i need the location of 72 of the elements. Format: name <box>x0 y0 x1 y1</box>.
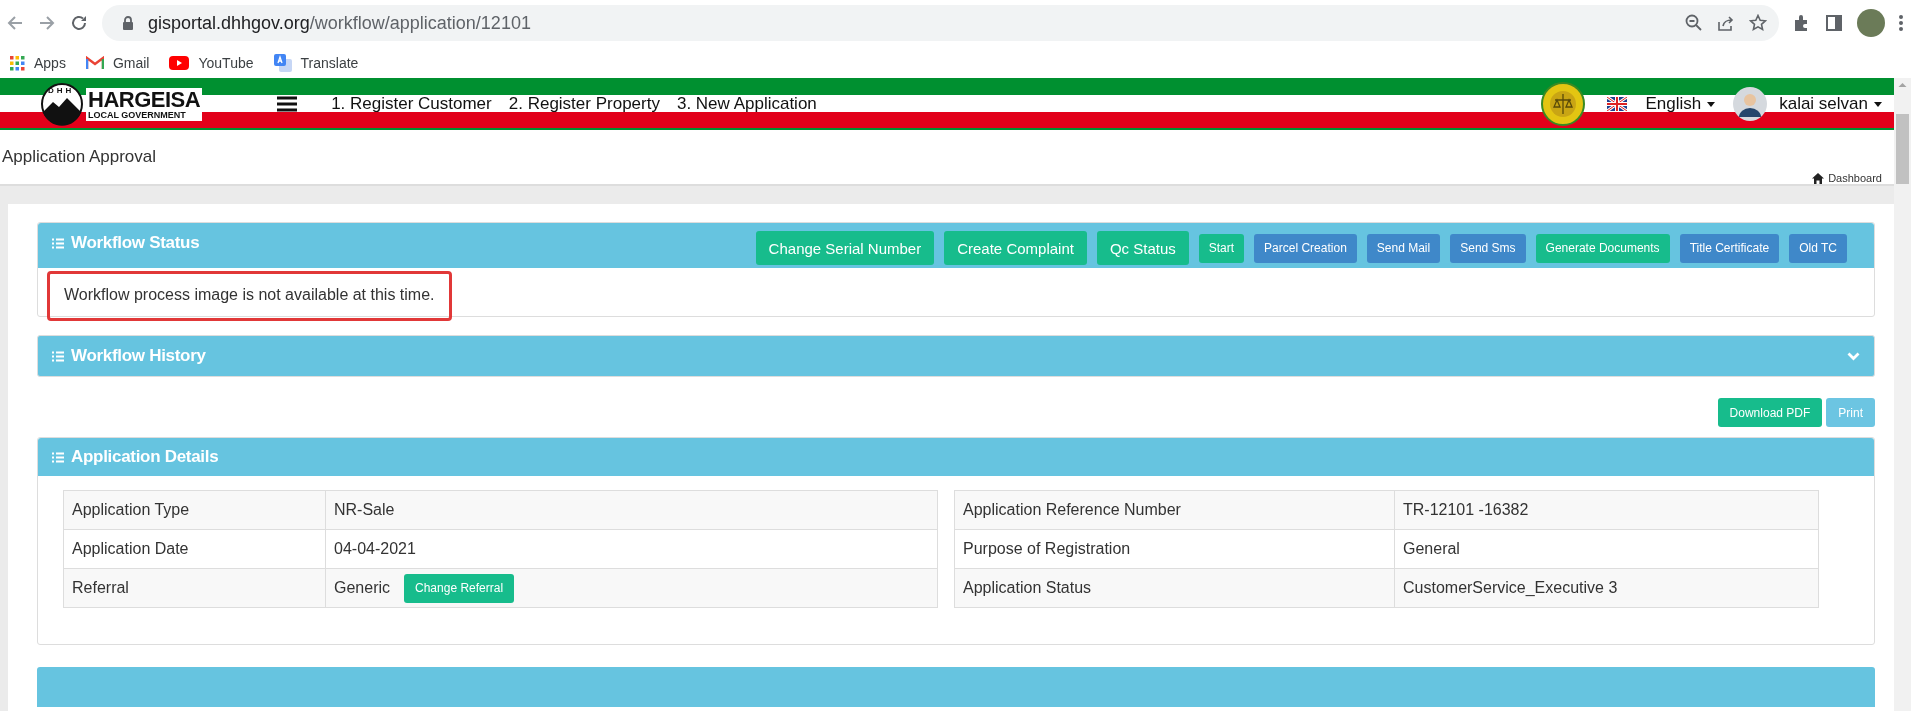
language-dropdown[interactable]: English <box>1645 94 1716 114</box>
field-label: Application Status <box>954 568 1395 608</box>
field-value: NR-Sale <box>334 501 395 518</box>
translate-icon <box>273 54 292 72</box>
panel-title: Workflow History <box>71 346 206 366</box>
logo-subtitle: LOCAL GOVERNMENT <box>88 110 187 120</box>
nav-link[interactable]: 1. Register Customer <box>331 94 492 114</box>
action-button[interactable]: Print <box>1826 398 1875 427</box>
field-label: Purpose of Registration <box>954 529 1395 569</box>
field-value: General <box>1403 540 1460 557</box>
play-icon <box>169 56 190 70</box>
nav-link[interactable]: 3. New Application <box>676 94 817 114</box>
field-label: Application Reference Number <box>954 490 1395 530</box>
emblem-icon <box>1541 82 1586 126</box>
mail-icon <box>85 56 104 70</box>
flag-icon <box>1607 97 1628 111</box>
reload-icon[interactable] <box>70 14 88 32</box>
action-button[interactable]: Change Serial Number <box>755 231 935 265</box>
action-button[interactable]: Parcel Creation <box>1254 233 1357 263</box>
address-bar[interactable]: gisportal.dhhgov.org/workflow/application/12101 <box>102 5 1779 41</box>
menu-icon[interactable] <box>277 96 298 112</box>
profile-avatar-icon[interactable] <box>1857 9 1885 37</box>
nav-link[interactable]: 2. Register Property <box>508 94 660 114</box>
logo-title: HARGEISA <box>88 88 201 111</box>
logo-letters: DHH <box>48 86 75 95</box>
field-label: Application Date <box>63 529 326 569</box>
bookmark-link[interactable]: YouTube <box>198 55 254 71</box>
field-value: CustomerService_Executive 3 <box>1403 579 1618 596</box>
action-button[interactable]: Download PDF <box>1717 398 1823 427</box>
list-icon <box>52 237 64 249</box>
caret-icon <box>1707 101 1716 107</box>
action-button[interactable]: Start <box>1198 233 1245 263</box>
breadcrumb-link[interactable]: Dashboard <box>1828 172 1882 184</box>
field-value: 04-04-2021 <box>334 540 416 557</box>
change-referral-button[interactable]: Change Referral <box>404 573 515 603</box>
share-icon[interactable] <box>1717 14 1735 32</box>
star-icon[interactable] <box>1749 14 1767 32</box>
home-icon <box>1812 173 1825 184</box>
panel-title: Application Details <box>71 447 219 467</box>
action-button[interactable]: Old TC <box>1789 233 1847 263</box>
forward-arrow-icon[interactable] <box>38 14 56 32</box>
caret-icon <box>1874 101 1882 107</box>
collapsible-panel-header[interactable]: Workflow History <box>37 335 1875 377</box>
list-icon <box>52 451 64 463</box>
bookmark-link[interactable]: Apps <box>34 55 66 71</box>
list-icon <box>52 350 64 362</box>
zoom-out-icon[interactable] <box>1685 14 1703 32</box>
action-button[interactable]: Generate Documents <box>1535 233 1670 263</box>
panel-title: Workflow Status <box>71 233 200 253</box>
action-button[interactable]: Title Certificate <box>1679 233 1780 263</box>
side-panel-icon[interactable] <box>1825 14 1843 32</box>
more-menu-icon[interactable] <box>1899 14 1903 32</box>
action-button[interactable]: Send Mail <box>1366 233 1441 263</box>
apps-grid-icon <box>10 55 25 71</box>
user-avatar-icon <box>1733 87 1768 121</box>
user-dropdown[interactable]: kalai selvan <box>1779 94 1882 114</box>
field-value: Generic <box>334 578 391 596</box>
field-value: TR-12101 -16382 <box>1403 501 1529 518</box>
action-button[interactable]: Qc Status <box>1096 231 1189 265</box>
status-message: Workflow process image is not available at this time. <box>47 271 452 321</box>
mountain-logo-icon <box>40 82 84 126</box>
action-button[interactable]: Send Sms <box>1450 233 1526 263</box>
back-arrow-icon[interactable] <box>6 14 24 32</box>
action-button[interactable]: Create Complaint <box>944 231 1087 265</box>
url-text: gisportal.dhhgov.org/workflow/application/12101 <box>148 12 531 34</box>
lock-icon <box>122 15 134 31</box>
field-label: Application Type <box>63 490 326 530</box>
bookmark-link[interactable]: Gmail <box>112 55 150 71</box>
bookmark-link[interactable]: Translate <box>300 55 359 71</box>
page-title: Application Approval <box>2 146 157 168</box>
scrollbar-thumb[interactable] <box>1896 114 1909 184</box>
field-label: Referral <box>63 568 326 608</box>
